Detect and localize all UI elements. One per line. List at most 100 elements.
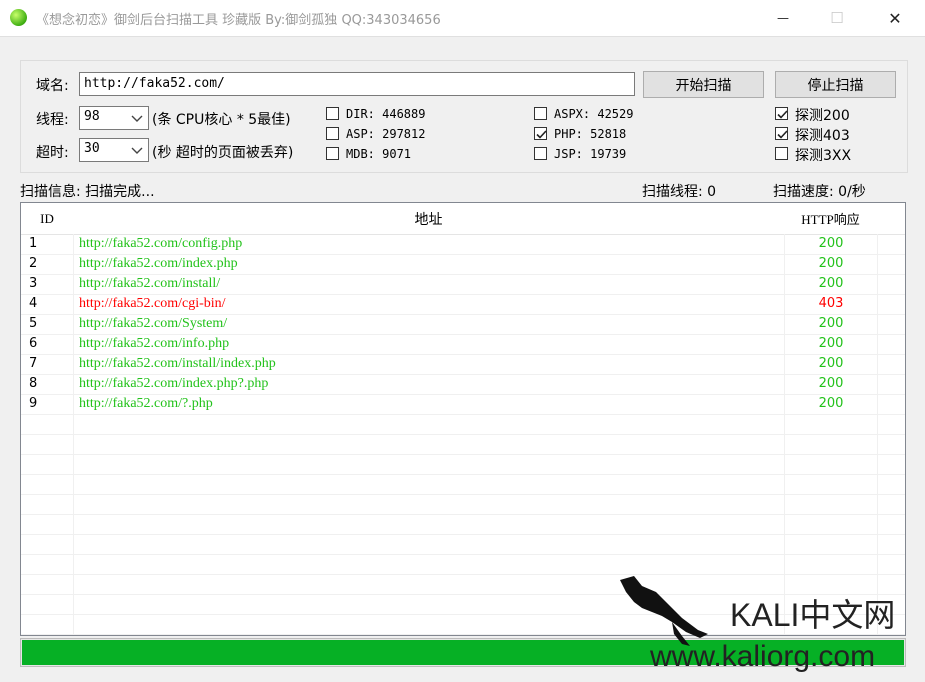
start-scan-button[interactable]: 开始扫描 xyxy=(643,71,764,98)
maximize-icon: ☐ xyxy=(830,9,844,27)
probe-checkbox-label: 探测200 xyxy=(795,108,850,124)
row-http-code: 200 xyxy=(818,336,844,351)
row-http-code: 200 xyxy=(818,316,844,331)
row-http-code: 200 xyxy=(818,356,844,371)
row-http-code: 200 xyxy=(818,256,844,271)
row-url: http://faka52.com/?.php xyxy=(79,396,213,411)
row-id: 5 xyxy=(29,316,38,331)
checkbox-box[interactable] xyxy=(326,127,339,140)
row-url: http://faka52.com/index.php?.php xyxy=(79,376,269,391)
table-row[interactable] xyxy=(21,414,905,435)
table-row[interactable]: 1 http://faka52.com/config.php 200 xyxy=(21,234,905,255)
table-row[interactable] xyxy=(21,514,905,535)
minimize-icon: — xyxy=(777,11,789,25)
row-url: http://faka52.com/cgi-bin/ xyxy=(79,296,226,311)
row-id: 7 xyxy=(29,356,38,371)
row-url: http://faka52.com/config.php xyxy=(79,236,243,251)
probe-checkbox[interactable]: 探测3XX xyxy=(775,146,925,164)
watermark-url: www.kaliorg.com xyxy=(650,640,876,673)
close-button[interactable]: ✕ xyxy=(872,0,918,36)
probe-checkbox-label: 探测403 xyxy=(795,128,850,144)
column-header-id-label: ID xyxy=(40,210,54,226)
checkbox-box[interactable] xyxy=(775,127,788,140)
table-row[interactable]: 5 http://faka52.com/System/200 xyxy=(21,314,905,335)
column-header-http[interactable]: HTTP响应 xyxy=(784,203,878,235)
table-row[interactable]: 6 http://faka52.com/info.php 200 xyxy=(21,334,905,355)
dict-checkbox-label: PHP: 52818 xyxy=(554,127,627,141)
dict-checkbox-label: JSP: 19739 xyxy=(554,147,627,161)
column-header-id[interactable]: ID xyxy=(21,203,74,235)
column-header-filler xyxy=(877,203,905,235)
table-row[interactable]: 7 http://faka52.com/install/index.php 200 xyxy=(21,354,905,375)
table-row[interactable] xyxy=(21,474,905,495)
table-row[interactable]: 3 http://faka52.com/install/200 xyxy=(21,274,905,295)
row-url: http://faka52.com/index.php xyxy=(79,256,238,271)
window-title: 《想念初恋》御剑后台扫描工具 珍藏版 By:御剑孤独 QQ:343034656 xyxy=(36,13,441,28)
checkmark-icon xyxy=(536,130,547,139)
column-header-url[interactable]: 地址 xyxy=(73,203,785,235)
dict-checkbox[interactable]: PHP: 52818 xyxy=(534,126,704,142)
probe-checkbox-label: 探测3XX xyxy=(795,148,852,164)
column-header-url-label: 地址 xyxy=(414,211,443,228)
checkbox-box[interactable] xyxy=(326,147,339,160)
row-url: http://faka52.com/install/ xyxy=(79,276,221,291)
probe-checkbox[interactable]: 探测403 xyxy=(775,126,925,144)
table-row[interactable]: 4 http://faka52.com/cgi-bin/403 xyxy=(21,294,905,315)
dict-checkbox-label: DIR: 446889 xyxy=(346,107,426,121)
dict-checkbox[interactable]: DIR: 446889 xyxy=(326,106,496,122)
domain-label: 域名: xyxy=(36,78,69,94)
maximize-button[interactable]: ☐ xyxy=(814,0,860,36)
checkbox-box[interactable] xyxy=(534,107,547,120)
scan-speed: 扫描速度: 0/秒 xyxy=(773,184,866,200)
dict-checkbox[interactable]: JSP: 19739 xyxy=(534,146,704,162)
watermark-brand: KALI中文网 xyxy=(730,597,896,633)
dict-checkbox[interactable]: MDB: 9071 xyxy=(326,146,496,162)
stop-scan-button[interactable]: 停止扫描 xyxy=(775,71,896,98)
table-row[interactable]: 9 http://faka52.com/?.php 200 xyxy=(21,394,905,415)
row-id: 9 xyxy=(29,396,38,411)
results-table[interactable]: ID 地址 HTTP响应 1 http://faka52.com/config.p… xyxy=(20,202,906,636)
row-url: http://faka52.com/install/index.php xyxy=(79,356,276,371)
row-http-code: 200 xyxy=(818,396,844,411)
checkbox-box[interactable] xyxy=(534,147,547,160)
table-row[interactable] xyxy=(21,434,905,455)
dict-checkbox[interactable]: ASPX: 42529 xyxy=(534,106,704,122)
checkbox-box[interactable] xyxy=(534,127,547,140)
checkbox-box[interactable] xyxy=(775,147,788,160)
timeout-hint: (秒 超时的页面被丢弃) xyxy=(152,145,294,161)
dict-checkbox[interactable]: ASP: 297812 xyxy=(326,126,496,142)
timeout-value: 30 xyxy=(84,141,100,156)
table-row[interactable] xyxy=(21,494,905,515)
row-http-code: 200 xyxy=(818,376,844,391)
minimize-button[interactable]: — xyxy=(760,0,806,36)
threads-hint: (条 CPU核心 * 5最佳) xyxy=(152,112,291,128)
dict-checkbox-label: MDB: 9071 xyxy=(346,147,412,161)
chevron-down-icon xyxy=(131,147,143,154)
scan-info: 扫描信息: 扫描完成... xyxy=(20,184,155,200)
table-row[interactable] xyxy=(21,534,905,555)
row-url: http://faka52.com/System/ xyxy=(79,316,228,331)
chevron-down-icon xyxy=(131,115,143,122)
row-id: 1 xyxy=(29,236,38,251)
threads-label: 线程: xyxy=(36,112,69,128)
table-row[interactable] xyxy=(21,454,905,475)
green-ball-icon xyxy=(10,9,27,26)
probe-checkbox[interactable]: 探测200 xyxy=(775,106,925,124)
row-id: 6 xyxy=(29,336,38,351)
timeout-select[interactable]: 30 xyxy=(79,138,149,162)
row-id: 8 xyxy=(29,376,38,391)
row-id: 2 xyxy=(29,256,38,271)
table-row[interactable] xyxy=(21,554,905,575)
checkmark-icon xyxy=(777,110,788,119)
checkbox-box[interactable] xyxy=(326,107,339,120)
domain-input[interactable]: http://faka52.com/ xyxy=(79,72,635,96)
timeout-label: 超时: xyxy=(36,145,69,161)
threads-select[interactable]: 98 xyxy=(79,106,149,130)
row-url: http://faka52.com/info.php xyxy=(79,336,230,351)
checkmark-icon xyxy=(777,130,788,139)
scan-threads: 扫描线程: 0 xyxy=(642,184,717,200)
table-row[interactable]: 2 http://faka52.com/index.php 200 xyxy=(21,254,905,275)
checkbox-box[interactable] xyxy=(775,107,788,120)
table-row[interactable]: 8 http://faka52.com/index.php?.php 200 xyxy=(21,374,905,395)
row-http-code: 200 xyxy=(818,276,844,291)
